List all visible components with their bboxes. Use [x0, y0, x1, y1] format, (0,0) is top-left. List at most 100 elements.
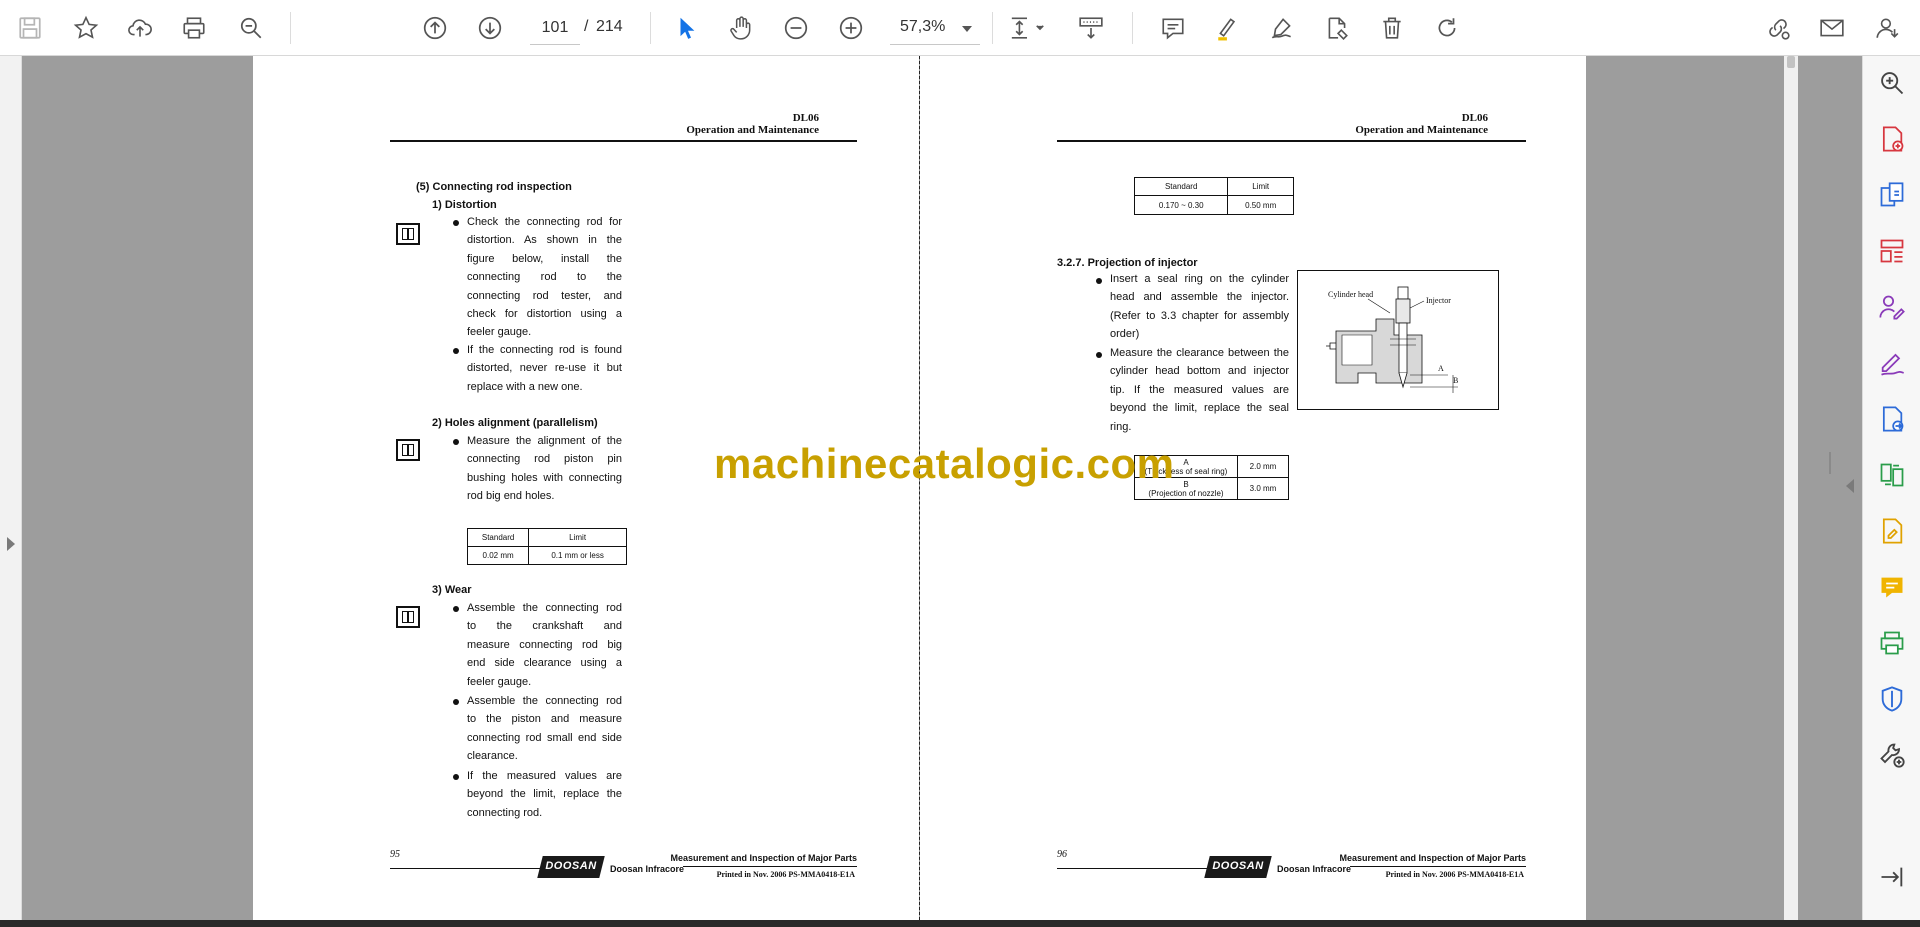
- print-production-icon[interactable]: [1877, 628, 1907, 658]
- text-line: feeler gauge.: [467, 675, 532, 688]
- toolbar-separator: [650, 12, 651, 44]
- zoom-search-icon[interactable]: [1877, 68, 1907, 98]
- right-panel-gutter: [1798, 56, 1862, 920]
- table-cell: 3.0 mm: [1237, 477, 1289, 500]
- page-header: DL06 Operation and Maintenance: [1020, 112, 1488, 136]
- vertical-scrollbar[interactable]: [1784, 56, 1798, 920]
- bullet-text: If the connecting rod is found distorted,…: [467, 341, 622, 396]
- chevron-down-icon: [962, 26, 972, 32]
- page-total: 214: [596, 18, 623, 35]
- text-line: Assemble the connecting rod: [467, 695, 622, 707]
- toolbar-separator: [290, 12, 291, 44]
- search-zoom-icon[interactable]: [235, 12, 267, 44]
- text-line: tip. If the measured values are: [1110, 383, 1289, 396]
- upload-cloud-icon[interactable]: [124, 12, 156, 44]
- footer-rule: [1350, 866, 1526, 867]
- text-line: Measure the clearance between the: [1110, 347, 1289, 359]
- table-header: Standard: [1133, 177, 1229, 196]
- bullet-text: If the measured values are beyond the lim…: [467, 767, 622, 822]
- page-fit-icon[interactable]: [1004, 12, 1050, 44]
- select-cursor-icon[interactable]: [671, 12, 703, 44]
- bullet-text: Insert a seal ring on the cylinder head a…: [1110, 270, 1289, 344]
- collapse-right-panel-icon[interactable]: [1846, 479, 1854, 493]
- page-up-icon[interactable]: [419, 12, 451, 44]
- footer-rule: [1057, 868, 1207, 869]
- toolbar-separator: [992, 12, 993, 44]
- export-pdf-icon[interactable]: [1877, 404, 1907, 434]
- zoom-out-icon[interactable]: [780, 12, 812, 44]
- zoom-in-icon[interactable]: [835, 12, 867, 44]
- edit-pdf-icon[interactable]: [1877, 516, 1907, 546]
- sign-icon[interactable]: [1321, 12, 1353, 44]
- header-rule: [390, 140, 857, 142]
- request-signature-icon[interactable]: [1877, 292, 1907, 322]
- bullet-point: [453, 439, 459, 445]
- panel-resize-grip[interactable]: [1829, 452, 1831, 474]
- compare-files-icon[interactable]: [1877, 460, 1907, 490]
- create-pdf-icon[interactable]: [1877, 124, 1907, 154]
- highlight-icon[interactable]: [1212, 12, 1244, 44]
- comment-icon[interactable]: [1157, 12, 1189, 44]
- injector-diagram: Cylinder head Injector A B: [1297, 270, 1499, 410]
- page-number-input[interactable]: [530, 12, 580, 45]
- text-line: figure below, install the: [467, 252, 622, 265]
- bullet-text: Assemble the connecting rod to the cranks…: [467, 599, 622, 691]
- doosan-logo: DOOSAN: [1204, 854, 1272, 880]
- text-line: connecting rod tester, and: [467, 289, 622, 302]
- hand-pan-icon[interactable]: [725, 12, 757, 44]
- text-line: If the connecting rod is found: [467, 344, 622, 356]
- document-page-95: DL06 Operation and Maintenance (5) Conne…: [253, 56, 919, 920]
- text-line: distortion. As shown in the: [467, 234, 622, 247]
- share-link-icon[interactable]: [1762, 12, 1794, 44]
- footer-title: Measurement and Inspection of Major Part…: [670, 853, 857, 863]
- table-header: Limit: [1227, 177, 1294, 196]
- table-header: Limit: [528, 528, 627, 547]
- bullet-text: Check the connecting rod for distortion. …: [467, 213, 622, 342]
- subsection-title-wear: 3) Wear: [432, 584, 472, 596]
- label-a: A: [1438, 364, 1444, 373]
- document-viewport[interactable]: DL06 Operation and Maintenance (5) Conne…: [22, 56, 1862, 920]
- table-cell: 2.0 mm: [1237, 455, 1289, 478]
- label-injector: Injector: [1426, 296, 1451, 305]
- print-icon[interactable]: [178, 12, 210, 44]
- text-line: ring.: [1110, 420, 1132, 433]
- draw-icon[interactable]: [1266, 12, 1298, 44]
- save-icon[interactable]: [14, 12, 46, 44]
- toolbar-separator: [1132, 12, 1133, 44]
- table-cell: 0.170 ~ 0.30: [1133, 195, 1229, 215]
- fill-sign-icon[interactable]: [1877, 348, 1907, 378]
- bookmark-star-icon[interactable]: [70, 12, 102, 44]
- scrollbar-thumb[interactable]: [1787, 56, 1795, 68]
- footer-print-info: Printed in Nov. 2006 PS-MMA0418-E1A: [1385, 870, 1524, 879]
- header-model: DL06: [792, 112, 819, 124]
- header-rule: [1057, 140, 1526, 142]
- bullet-text: Assemble the connecting rod to the piston…: [467, 692, 622, 766]
- rotate-icon[interactable]: [1431, 12, 1463, 44]
- top-toolbar: / 214 57,3%: [0, 0, 1920, 56]
- watermark-text: machinecatalogic.com: [714, 440, 1175, 487]
- zoom-dropdown[interactable]: 57,3%: [890, 12, 980, 45]
- protect-shield-icon[interactable]: [1877, 684, 1907, 714]
- email-icon[interactable]: [1816, 12, 1848, 44]
- comment-tool-icon[interactable]: [1877, 572, 1907, 602]
- text-line: connecting rod to the: [467, 271, 622, 284]
- manual-book-icon: [396, 606, 420, 628]
- text-line: connecting rod small end side: [467, 731, 622, 744]
- text-line: measure connecting rod big: [467, 638, 622, 651]
- table-cell: 0.1 mm or less: [528, 546, 627, 565]
- expand-left-panel-icon[interactable]: [7, 537, 15, 551]
- more-tools-icon[interactable]: [1877, 740, 1907, 770]
- collapse-panel-icon[interactable]: [1877, 862, 1907, 892]
- left-panel-gutter: [0, 56, 22, 920]
- scroll-mode-icon[interactable]: [1075, 12, 1107, 44]
- label-b: B: [1453, 376, 1458, 385]
- combine-files-icon[interactable]: [1877, 180, 1907, 210]
- organize-pages-icon[interactable]: [1877, 236, 1907, 266]
- header-model: DL06: [1461, 112, 1488, 124]
- delete-icon[interactable]: [1376, 12, 1408, 44]
- bullet-point: [453, 699, 459, 705]
- page-down-icon[interactable]: [474, 12, 506, 44]
- footer-rule: [390, 868, 540, 869]
- account-icon[interactable]: [1871, 12, 1903, 44]
- bullet-point: [453, 774, 459, 780]
